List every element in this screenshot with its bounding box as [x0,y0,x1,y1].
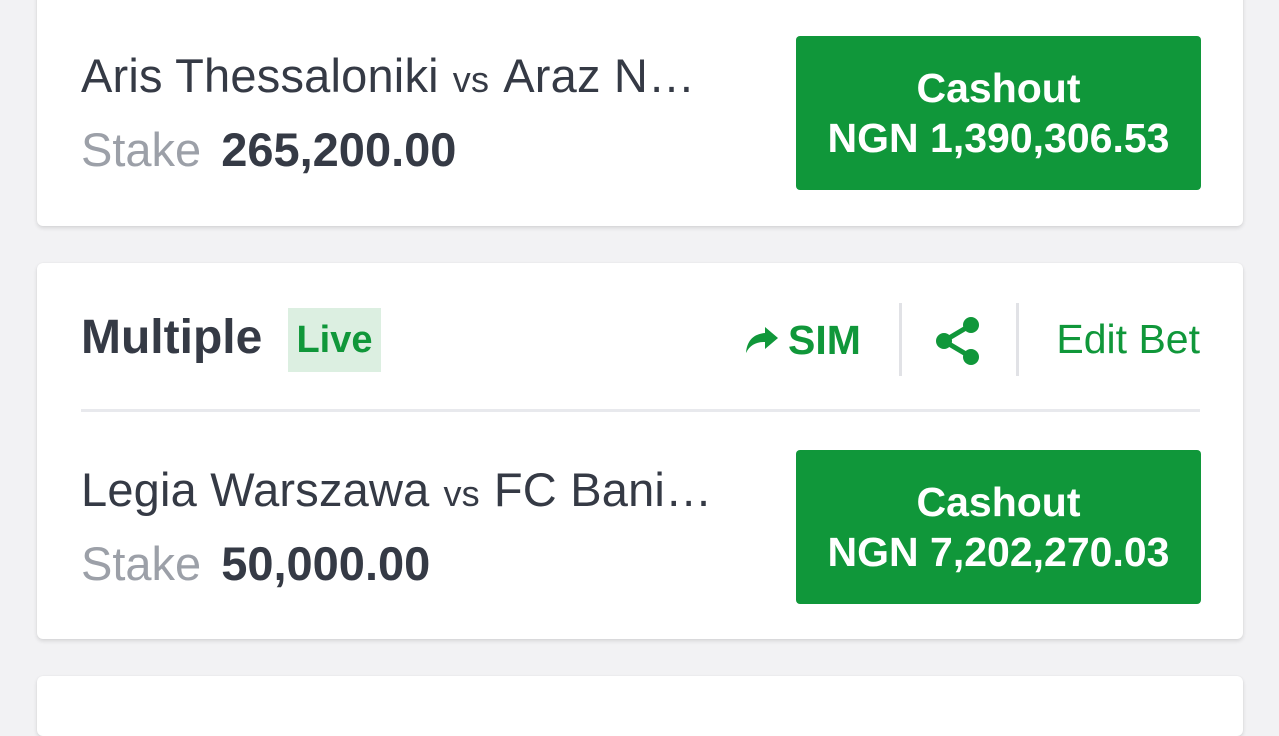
share-icon [936,317,979,365]
away-team: FC Bani… [493,463,713,516]
share-button[interactable] [930,313,986,369]
cashout-button[interactable]: Cashout NGN 7,202,270.03 [796,450,1201,604]
home-team: Aris Thessaloniki [81,49,439,102]
stake-label: Stake [81,537,202,590]
home-team: Legia Warszawa [81,463,430,516]
match-title[interactable]: Aris Thessaloniki vs Araz N… [81,48,695,103]
bet-card [37,676,1243,736]
sim-button[interactable]: SIM [744,315,861,365]
live-badge: Live [288,308,381,372]
cashout-amount: NGN 7,202,270.03 [827,529,1170,575]
cashout-label: Cashout [916,65,1081,111]
cashout-amount: NGN 1,390,306.53 [827,115,1170,161]
card-divider [81,409,1200,412]
stake-amount: 50,000.00 [221,537,431,590]
stake-amount: 265,200.00 [221,123,457,176]
vs-label: vs [452,59,490,100]
header-separator [899,303,902,376]
cashout-button[interactable]: Cashout NGN 1,390,306.53 [796,36,1201,190]
header-separator [1016,303,1019,376]
bet-type-label: Multiple [81,311,263,364]
edit-bet-button[interactable]: Edit Bet [1056,316,1200,363]
share-arrow-icon [746,327,778,353]
stake-row: Stake 50,000.00 [81,536,430,591]
away-team: Araz N… [503,49,696,102]
sim-label: SIM [788,316,861,363]
vs-label: vs [443,473,480,514]
stake-row: Stake 265,200.00 [81,122,456,177]
match-title[interactable]: Legia Warszawa vs FC Bani… [81,462,712,517]
stake-label: Stake [81,123,202,176]
bet-card: Aris Thessaloniki vs Araz N… Stake 265,200.… [37,0,1243,226]
cashout-label: Cashout [916,479,1081,525]
bet-card: Multiple Live SIM Edit Bet Legia Warszaw… [37,263,1243,639]
